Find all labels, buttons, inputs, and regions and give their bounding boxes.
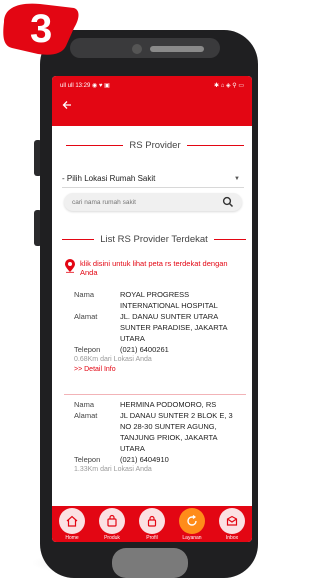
nav-item-home[interactable]: Home (54, 508, 90, 541)
address-label: Alamat (74, 312, 98, 321)
step-badge: 3 (3, 3, 79, 55)
phone-label: Telepon (74, 345, 101, 354)
lock-icon (147, 515, 157, 527)
map-link-text: klik disini untuk lihat peta rs terdekat… (80, 259, 228, 277)
nav-label-produk: Produk (104, 535, 120, 541)
list-heading-text: List RS Provider Terdekat (100, 233, 208, 245)
home-icon (66, 515, 78, 527)
list-heading: List RS Provider Terdekat (52, 232, 252, 246)
nav-item-layanan[interactable]: Layanan (174, 508, 210, 541)
status-right: ✱ ⌂ ◈ ⚲ ▭ (214, 82, 244, 89)
provider-divider (64, 394, 246, 395)
provider-name-row: Nama ROYAL PROGRESS INTERNATIONAL HOSPIT… (74, 289, 244, 311)
address-label: Alamat (74, 411, 98, 420)
provider-heading-text: RS Provider (129, 139, 181, 151)
name-label: Nama (74, 290, 95, 299)
earpiece-speaker (150, 46, 204, 52)
provider-phone[interactable]: (021) 6404910 (120, 454, 244, 465)
app-bar: ull ull 13:29 ◉ ♥ ▣ ✱ ⌂ ◈ ⚲ ▭ (52, 76, 252, 126)
provider-name: HERMINA PODOMORO, RS (120, 400, 217, 409)
name-label: Nama (74, 400, 95, 409)
arrow-left-icon (62, 101, 71, 109)
chevron-down-icon: ▼ (234, 175, 240, 182)
step-number: 3 (30, 7, 52, 51)
provider-card: Nama HERMINA PODOMORO, RS Alamat JL DANA… (74, 399, 244, 475)
back-button[interactable] (62, 98, 72, 114)
provider-address: JL. DANAU SUNTER UTARA SUNTER PARADISE, … (120, 312, 228, 343)
nav-label-home: Home (65, 535, 79, 541)
status-left: ull ull 13:29 ◉ ♥ ▣ (60, 82, 110, 89)
provider-address: JL DANAU SUNTER 2 BLOK E, 3 NO 28-30 SUN… (120, 411, 233, 453)
search-bar[interactable] (64, 193, 242, 211)
inbox-icon (226, 515, 238, 526)
search-input[interactable] (72, 198, 212, 206)
map-link[interactable]: klik disini untuk lihat peta rs terdekat… (64, 259, 244, 277)
nav-item-profil[interactable]: Profil (134, 508, 170, 541)
location-select[interactable]: - Pilih Lokasi Rumah Sakit ▼ (62, 170, 244, 188)
phone-label: Telepon (74, 455, 101, 464)
nav-item-produk[interactable]: Produk (94, 508, 130, 541)
bottom-navigation: Home Produk Profil Layanan Inbox (52, 506, 252, 542)
provider-phone-row: Telepon (021) 6404910 (74, 454, 244, 465)
location-pin-icon (65, 259, 75, 273)
status-bar: ull ull 13:29 ◉ ♥ ▣ ✱ ⌂ ◈ ⚲ ▭ (52, 76, 252, 94)
provider-phone[interactable]: (021) 6400261 (120, 344, 244, 355)
mockup-stage: ull ull 13:29 ◉ ♥ ▣ ✱ ⌂ ◈ ⚲ ▭ RS Provide… (0, 0, 272, 584)
phone-screen: ull ull 13:29 ◉ ♥ ▣ ✱ ⌂ ◈ ⚲ ▭ RS Provide… (52, 76, 252, 542)
nav-label-layanan: Layanan (182, 535, 202, 541)
nav-label-profil: Profil (146, 535, 158, 541)
detail-info-link[interactable]: >> Detail Info (74, 365, 244, 375)
provider-name-row: Nama HERMINA PODOMORO, RS (74, 399, 244, 410)
refresh-icon (187, 515, 197, 526)
provider-phone-row: Telepon (021) 6400261 (74, 344, 244, 355)
provider-distance: 0.68Km dari Lokasi Anda (74, 356, 152, 363)
provider-address-row: Alamat JL DANAU SUNTER 2 BLOK E, 3 NO 28… (74, 410, 244, 454)
provider-heading: RS Provider (52, 138, 252, 152)
phone-home-button (112, 548, 188, 578)
provider-card: Nama ROYAL PROGRESS INTERNATIONAL HOSPIT… (74, 289, 244, 375)
bag-icon (107, 514, 117, 527)
search-icon[interactable] (222, 196, 234, 208)
provider-distance: 1.33Km dari Lokasi Anda (74, 466, 152, 473)
location-select-value: - Pilih Lokasi Rumah Sakit (62, 174, 156, 183)
nav-item-inbox[interactable]: Inbox (214, 508, 250, 541)
nav-label-inbox: Inbox (225, 535, 239, 541)
provider-name: ROYAL PROGRESS INTERNATIONAL HOSPITAL (120, 290, 218, 310)
front-camera (132, 44, 142, 54)
provider-address-row: Alamat JL. DANAU SUNTER UTARA SUNTER PAR… (74, 311, 244, 344)
